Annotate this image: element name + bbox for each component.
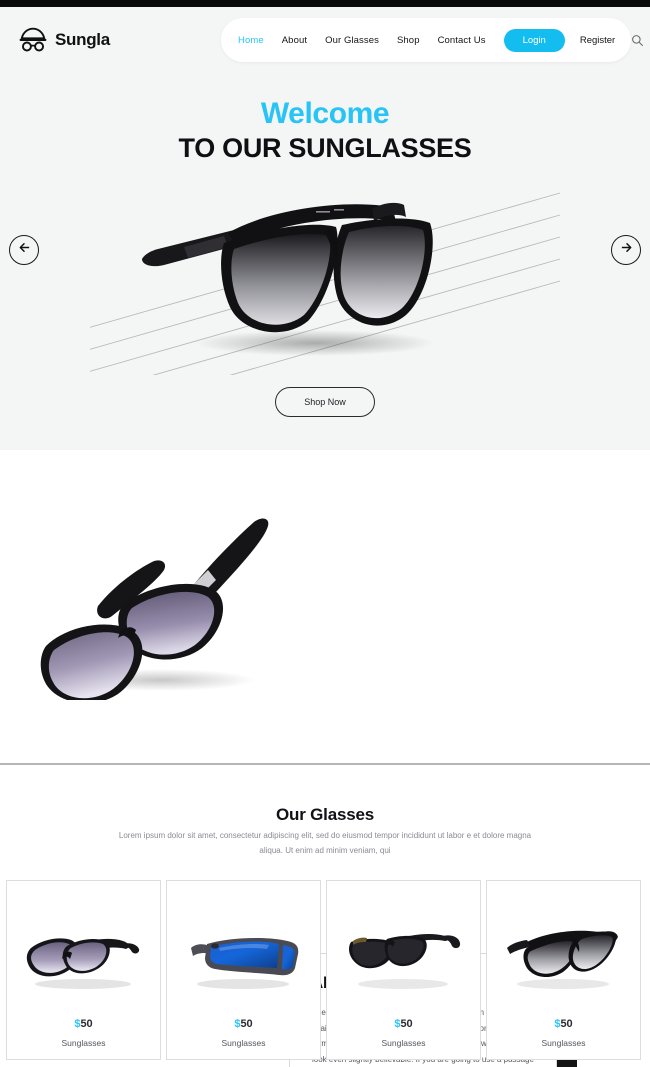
incognito-hat-glasses-icon [18, 27, 48, 53]
carousel-prev-button[interactable] [9, 235, 39, 265]
product-card[interactable]: $50 Sunglasses [486, 880, 641, 1060]
product-image [327, 915, 480, 999]
main-navigation: Home About Our Glasses Shop Contact Us L… [221, 18, 644, 62]
shop-now-button[interactable]: Shop Now [275, 387, 375, 417]
hero-sunglasses-image [142, 202, 435, 356]
brand-logo[interactable]: Sungla [18, 27, 110, 53]
about-sunglasses-image [40, 518, 269, 700]
section-divider [0, 763, 650, 765]
hero-image-stage [90, 185, 570, 375]
nav-item-our-glasses[interactable]: Our Glasses [325, 35, 379, 46]
product-image [167, 915, 320, 999]
top-black-bar [0, 0, 650, 7]
product-name: Sunglasses [541, 1038, 586, 1048]
price-value: 50 [560, 1018, 573, 1030]
nav-item-shop[interactable]: Shop [397, 35, 420, 46]
search-icon[interactable] [631, 34, 644, 47]
hero-subtitle: TO OUR SUNGLASSES [178, 133, 472, 163]
nav-item-contact-us[interactable]: Contact Us [438, 35, 486, 46]
product-card[interactable]: $50 Sunglasses [6, 880, 161, 1060]
product-price: $50 [487, 1018, 640, 1030]
product-name: Sunglasses [61, 1038, 106, 1048]
nav-item-home[interactable]: Home [238, 35, 264, 46]
product-price: $50 [167, 1018, 320, 1030]
about-section: About Our Shop There are many variations… [0, 450, 650, 1067]
site-header: Sungla Home About Our Glasses Shop Conta… [0, 18, 650, 66]
product-card-list: $50 Sunglasses $50 Sunglasses $50 Sungla… [6, 880, 641, 1060]
product-card[interactable]: $50 Sunglasses [166, 880, 321, 1060]
product-price: $50 [327, 1018, 480, 1030]
price-value: 50 [400, 1018, 413, 1030]
hero-section: Sungla Home About Our Glasses Shop Conta… [0, 7, 650, 450]
product-image [7, 915, 160, 999]
product-name: Sunglasses [381, 1038, 426, 1048]
our-glasses-subtitle: Lorem ipsum dolor sit amet, consectetur … [118, 831, 532, 855]
our-glasses-title: Our Glasses [276, 805, 374, 824]
product-card[interactable]: $50 Sunglasses [326, 880, 481, 1060]
brand-name: Sungla [55, 30, 110, 49]
carousel-next-button[interactable] [611, 235, 641, 265]
product-image [487, 915, 640, 999]
price-value: 50 [240, 1018, 253, 1030]
hero-welcome-title: Welcome [260, 97, 390, 130]
register-link[interactable]: Register [580, 35, 615, 46]
nav-item-about[interactable]: About [282, 35, 307, 46]
page-root: Sungla Home About Our Glasses Shop Conta… [0, 0, 650, 1067]
arrow-left-icon [18, 241, 31, 259]
product-price: $50 [7, 1018, 160, 1030]
product-name: Sunglasses [221, 1038, 266, 1048]
arrow-right-icon [620, 241, 633, 259]
login-button[interactable]: Login [503, 28, 565, 52]
price-value: 50 [80, 1018, 93, 1030]
